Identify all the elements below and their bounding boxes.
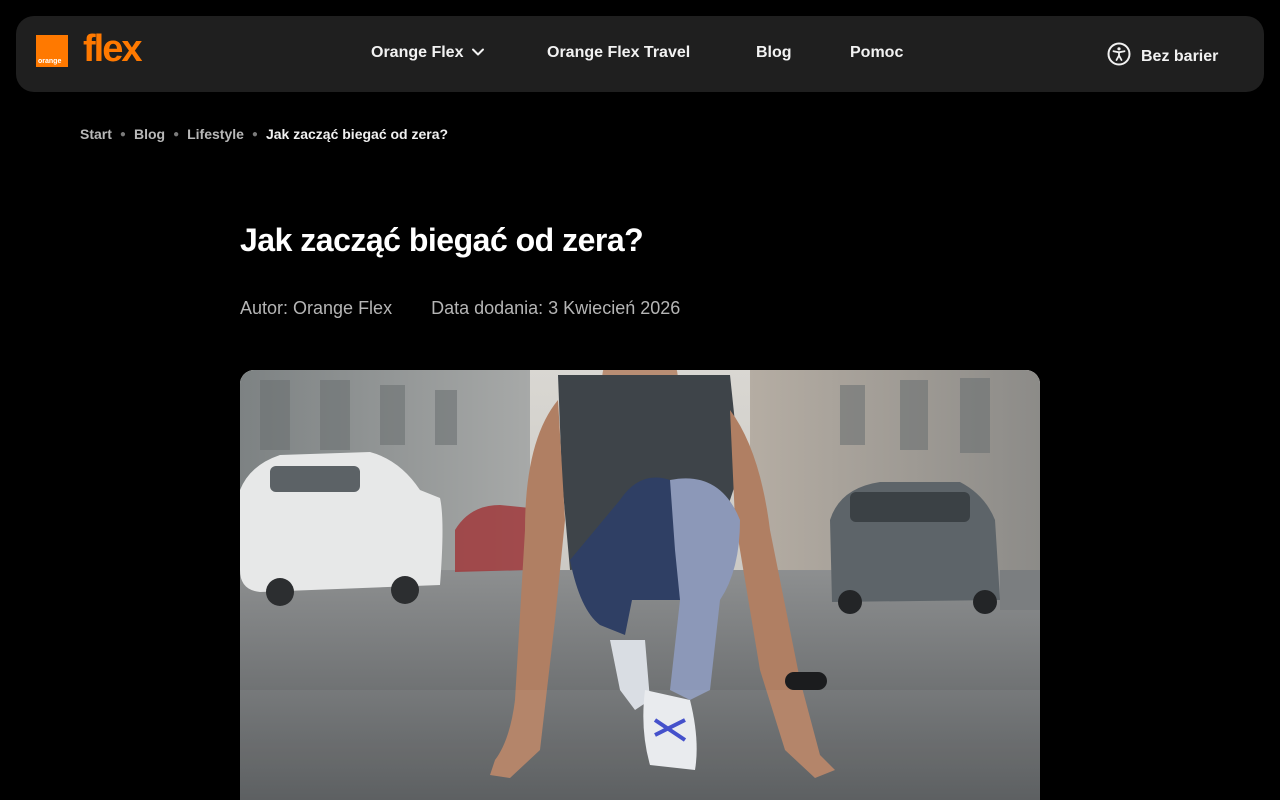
breadcrumb-current: Jak zacząć biegać od zera? <box>265 126 449 142</box>
article-meta: Autor: Orange Flex Data dodania: 3 Kwiec… <box>240 298 680 319</box>
nav-item-label: Orange Flex Travel <box>547 44 691 61</box>
nav-item-label: Blog <box>756 44 792 61</box>
nav-item-orange-flex[interactable]: Orange Flex <box>371 44 485 62</box>
breadcrumb-separator: ● <box>119 128 126 140</box>
nav-item-orange-flex-travel[interactable]: Orange Flex Travel <box>547 44 690 62</box>
nav-item-label: Orange Flex <box>371 44 464 61</box>
nav-item-blog[interactable]: Blog <box>756 44 792 62</box>
breadcrumb-lifestyle[interactable]: Lifestyle <box>187 126 244 142</box>
article-title: Jak zacząć biegać od zera? <box>240 222 644 258</box>
accessibility-button[interactable]: Bez barier <box>1107 42 1218 71</box>
accessibility-icon <box>1107 42 1131 71</box>
breadcrumb-separator: ● <box>173 128 180 140</box>
orange-logo-square: orange <box>36 35 68 67</box>
site-header: orange flex Orange Flex Orange Flex Trav… <box>16 16 1264 92</box>
breadcrumb-separator: ● <box>251 128 258 140</box>
orange-flex-logo[interactable]: orange flex <box>36 30 143 68</box>
nav-item-label: Pomoc <box>850 44 904 61</box>
logo-small-text: orange <box>38 58 62 65</box>
logo-flex-text: flex <box>83 28 143 70</box>
article-hero-image <box>240 370 1040 800</box>
article-date: Data dodania: 3 Kwiecień 2026 <box>431 298 681 318</box>
breadcrumb-blog[interactable]: Blog <box>134 126 165 142</box>
hero-photo <box>240 370 1040 800</box>
accessibility-label: Bez barier <box>1141 47 1219 65</box>
breadcrumb: Start ● Blog ● Lifestyle ● Jak zacząć bi… <box>80 126 448 142</box>
nav-item-pomoc[interactable]: Pomoc <box>850 44 903 62</box>
article-author: Autor: Orange Flex <box>240 298 393 318</box>
chevron-down-icon <box>471 44 485 62</box>
breadcrumb-start[interactable]: Start <box>80 126 112 142</box>
